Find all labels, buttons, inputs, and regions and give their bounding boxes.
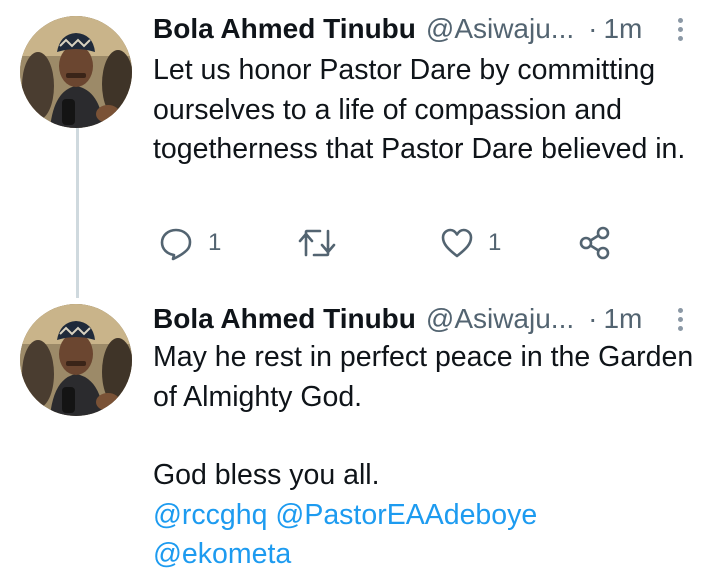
reply-button[interactable]: 1 bbox=[158, 225, 221, 261]
tweet[interactable]: Bola Ahmed Tinubu @Asiwaju... · 1m Let u… bbox=[0, 0, 719, 290]
author-name[interactable]: Bola Ahmed Tinubu bbox=[153, 303, 416, 335]
tweet-text: May he rest in perfect peace in the Gard… bbox=[153, 338, 698, 575]
tweet-text: Let us honor Pastor Dare by committing o… bbox=[153, 51, 698, 170]
share-icon bbox=[578, 225, 612, 261]
timestamp[interactable]: 1m bbox=[603, 13, 642, 45]
timestamp[interactable]: 1m bbox=[603, 303, 642, 335]
tweet-header: Bola Ahmed Tinubu @Asiwaju... · 1m bbox=[153, 302, 642, 336]
author-handle[interactable]: @Asiwaju... bbox=[426, 13, 574, 45]
reply-icon bbox=[158, 225, 194, 261]
like-count: 1 bbox=[488, 229, 502, 256]
heart-icon bbox=[440, 225, 474, 261]
author-name[interactable]: Bola Ahmed Tinubu bbox=[153, 13, 416, 45]
tweet-body-line: God bless you all. bbox=[153, 459, 380, 491]
mention-link[interactable]: @rccghq @PastorEAAdeboye bbox=[153, 496, 698, 536]
avatar[interactable] bbox=[20, 16, 132, 128]
reply-count: 1 bbox=[208, 229, 222, 256]
mention-link[interactable]: @ekometa bbox=[153, 535, 698, 575]
share-button[interactable] bbox=[578, 225, 612, 261]
avatar[interactable] bbox=[20, 304, 132, 416]
tweet-actions: 1 1 bbox=[0, 225, 719, 261]
tweet-body-line: May he rest in perfect peace in the Gard… bbox=[153, 341, 694, 413]
author-handle[interactable]: @Asiwaju... bbox=[426, 303, 574, 335]
separator-dot: · bbox=[588, 303, 598, 334]
like-button[interactable]: 1 bbox=[440, 225, 501, 261]
retweet-icon bbox=[298, 225, 336, 261]
retweet-button[interactable] bbox=[298, 225, 336, 261]
more-vertical-icon[interactable] bbox=[672, 308, 688, 334]
tweet-body: Let us honor Pastor Dare by committing o… bbox=[153, 54, 686, 165]
separator-dot: · bbox=[588, 13, 598, 44]
tweet-header: Bola Ahmed Tinubu @Asiwaju... · 1m bbox=[153, 12, 642, 46]
more-vertical-icon[interactable] bbox=[672, 18, 688, 44]
